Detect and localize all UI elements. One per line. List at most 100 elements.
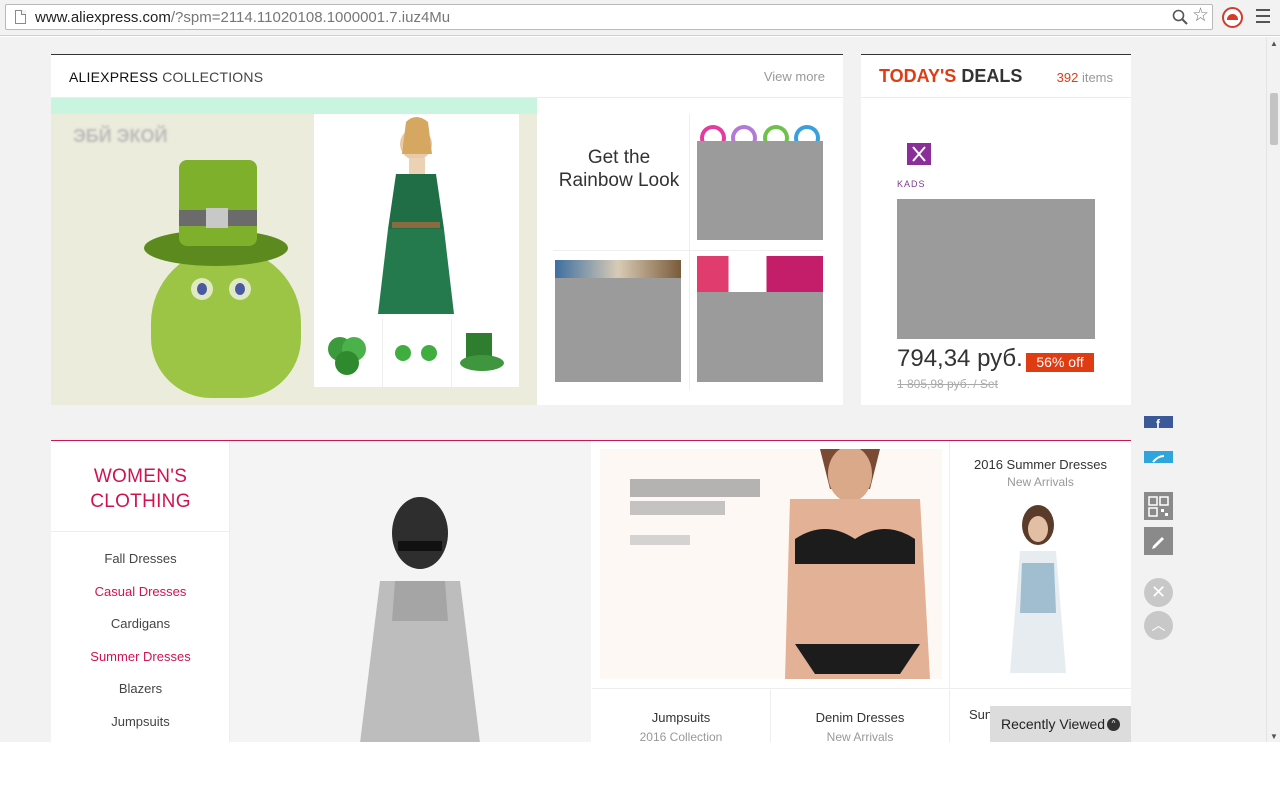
browser-toolbar: www.aliexpress.com/?spm=2114.11020108.10…: [0, 0, 1280, 36]
blank-area: [0, 742, 1280, 800]
summer-dress-model-image: [1010, 505, 1066, 673]
url-path: /?spm=2114.11020108.1000001.7.iuz4Mu: [170, 9, 451, 26]
collections-title-rest: COLLECTIONS: [158, 69, 264, 85]
address-bar[interactable]: www.aliexpress.com/?spm=2114.11020108.10…: [5, 4, 1213, 30]
url-text[interactable]: www.aliexpress.com/?spm=2114.11020108.10…: [35, 9, 450, 26]
category-link[interactable]: Blazers: [51, 673, 230, 706]
scroll-down-arrow-icon[interactable]: ▼: [1270, 732, 1278, 741]
summer-dresses-title: 2016 Summer Dresses: [974, 457, 1107, 472]
thumb-clover-brooch[interactable]: [314, 319, 383, 387]
model-image: [360, 497, 480, 742]
lingerie-banner[interactable]: [592, 441, 950, 689]
scroll-up-arrow-icon[interactable]: ▲: [1270, 39, 1278, 48]
accessory-thumbnails: [314, 319, 519, 387]
summer-dresses-tile[interactable]: 2016 Summer Dresses New Arrivals: [950, 441, 1131, 689]
url-host: www.aliexpress.com: [35, 9, 171, 26]
promo-caption: ЭБЙ ЭКОЙ: [73, 126, 168, 146]
subcategory-title: Jumpsuits: [651, 710, 711, 725]
clover-brooch-icon: [328, 337, 366, 375]
chevron-up-icon: ^: [1107, 718, 1120, 731]
divider-vertical: [689, 114, 690, 390]
womens-main-banner[interactable]: [230, 441, 591, 742]
hair-color-strip: [697, 256, 823, 292]
category-link[interactable]: Jumpsuits: [51, 706, 230, 739]
extension-icon[interactable]: [1222, 7, 1243, 28]
leprechaun-eye-left: [191, 278, 213, 300]
rainbow-look-section: Get the Rainbow Look: [537, 98, 843, 405]
qr-code-icon: [1148, 496, 1169, 517]
lingerie-illustration: [630, 446, 930, 679]
deals-count-number: 392: [1056, 70, 1079, 85]
todays-deals-panel: TODAY'S DEALS 392 items KADS 794,34 руб.…: [861, 54, 1131, 405]
view-more-link[interactable]: View more: [764, 69, 825, 84]
back-to-top-icon[interactable]: ︿: [1144, 611, 1173, 640]
summer-partial-label[interactable]: Sun: [969, 707, 992, 722]
category-link[interactable]: Fall Dresses: [51, 543, 230, 576]
divider-horizontal: [553, 250, 823, 251]
deals-title-highlight: TODAY'S: [879, 66, 957, 86]
summer-dresses-subtitle: New Arrivals: [1007, 475, 1074, 489]
green-hat-icon: [460, 333, 504, 371]
lingerie-image: [600, 446, 942, 679]
category-links: Fall Dresses Casual Dresses Cardigans Su…: [51, 543, 230, 738]
vertical-scrollbar[interactable]: ▲ ▼: [1266, 37, 1280, 742]
deals-count-suffix: items: [1078, 70, 1113, 85]
subcategory-tile-denim-dresses[interactable]: Denim Dresses New Arrivals: [771, 690, 950, 742]
green-dress-image[interactable]: [314, 114, 519, 319]
leprechaun-hat-image: [144, 160, 288, 266]
deal-product-image[interactable]: [897, 199, 1095, 339]
subcategory-subtitle: 2016 Collection: [639, 730, 723, 742]
zoom-icon[interactable]: [1172, 9, 1188, 25]
recently-viewed-bar[interactable]: Recently Viewed ^: [990, 706, 1131, 742]
feedback-button[interactable]: [1144, 527, 1173, 555]
facebook-icon: f: [1156, 417, 1160, 428]
dress-illustration: [378, 117, 454, 314]
qr-code-button[interactable]: [1144, 492, 1173, 520]
category-link[interactable]: Casual Dresses: [51, 576, 230, 609]
leprechaun-face-image: [151, 248, 301, 398]
clover-earrings-icon: [395, 345, 437, 361]
subcategory-subtitle: New Arrivals: [826, 730, 894, 742]
close-icon[interactable]: ✕: [1144, 578, 1173, 607]
category-title[interactable]: WOMEN'S CLOTHING: [51, 464, 230, 514]
discount-badge: 56% off: [1026, 353, 1094, 372]
product-image-placeholder[interactable]: [555, 278, 681, 382]
leprechaun-promo-banner[interactable]: ЭБЙ ЭКОЙ: [51, 98, 537, 405]
kads-logo-icon: [907, 143, 931, 165]
deals-title[interactable]: TODAY'S DEALS: [879, 66, 1022, 87]
brand-logo-text: KADS: [897, 179, 926, 189]
category-column: WOMEN'S CLOTHING Fall Dresses Casual Dre…: [51, 441, 230, 742]
subcategory-title: Denim Dresses: [815, 710, 905, 725]
subcategory-tile-jumpsuits[interactable]: Jumpsuits 2016 Collection: [592, 690, 771, 742]
bookmark-star-icon[interactable]: ☆: [1192, 6, 1209, 26]
leprechaun-eye-right: [229, 278, 251, 300]
collections-panel: ALIEXPRESS COLLECTIONS View more ЭБЙ ЭКО…: [51, 54, 843, 405]
original-price: 1 805,98 руб. / Set: [897, 377, 998, 391]
twitter-share-button[interactable]: [1144, 451, 1173, 463]
scrollbar-thumb[interactable]: [1270, 93, 1278, 145]
deals-header: TODAY'S DEALS 392 items: [861, 55, 1131, 98]
category-link[interactable]: Summer Dresses: [51, 641, 230, 674]
deals-item-count[interactable]: 392 items: [1057, 70, 1113, 85]
hair-color-strip: [555, 260, 681, 280]
page-icon: [15, 10, 26, 24]
deal-price: 794,34 руб.: [897, 345, 1023, 372]
rainbow-look-title[interactable]: Get the Rainbow Look: [553, 146, 685, 192]
promo-top-strip: [51, 98, 537, 114]
pencil-icon: [1152, 537, 1164, 549]
womens-clothing-section: WOMEN'S CLOTHING Fall Dresses Casual Dre…: [51, 440, 1131, 742]
product-image-placeholder[interactable]: [697, 292, 823, 382]
category-divider: [51, 531, 230, 532]
deals-title-rest: DEALS: [956, 66, 1023, 86]
category-link[interactable]: Cardigans: [51, 608, 230, 641]
product-image-placeholder[interactable]: [697, 141, 823, 240]
browser-menu-icon[interactable]: [1256, 9, 1270, 25]
twitter-icon: [1152, 455, 1165, 463]
collections-header: ALIEXPRESS COLLECTIONS View more: [51, 55, 843, 98]
thumb-clover-earrings[interactable]: [383, 319, 452, 387]
collections-title-brand: ALIEXPRESS: [69, 69, 159, 85]
facebook-share-button[interactable]: f: [1144, 416, 1173, 428]
thumb-green-hat[interactable]: [452, 319, 520, 387]
page-viewport: ALIEXPRESS COLLECTIONS View more ЭБЙ ЭКО…: [0, 37, 1266, 742]
recently-viewed-label: Recently Viewed: [1001, 716, 1106, 732]
